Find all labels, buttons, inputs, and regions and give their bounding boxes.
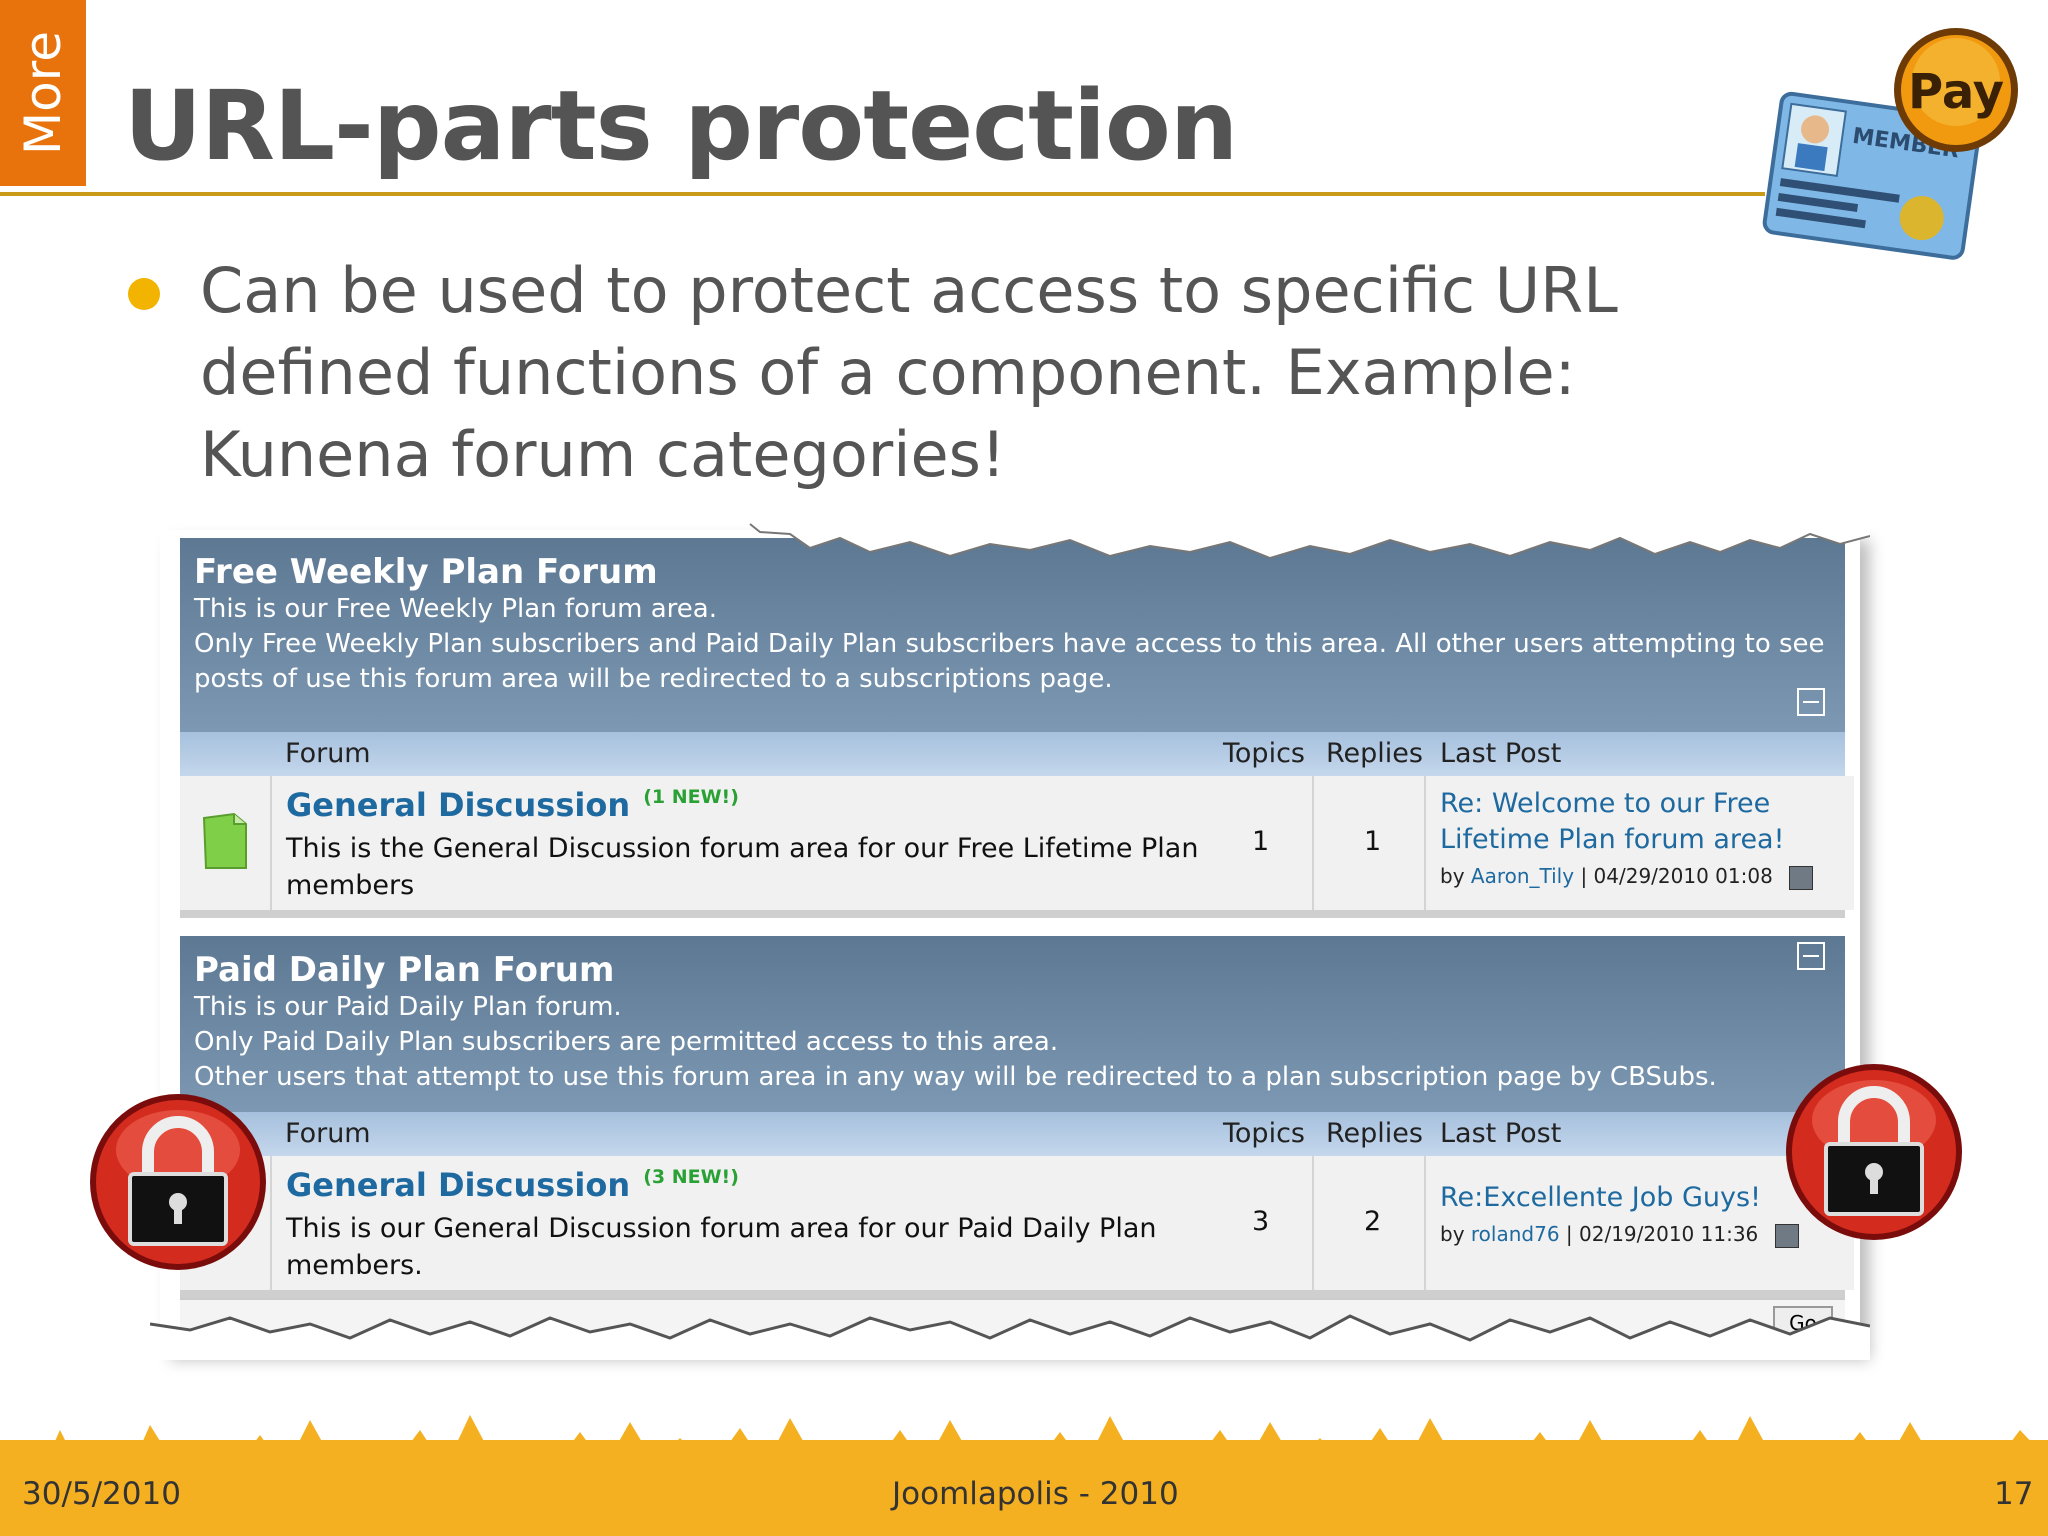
padlock-icon — [1786, 1064, 1962, 1240]
last-post-user[interactable]: roland76 — [1471, 1222, 1560, 1246]
last-post-user[interactable]: Aaron_Tily — [1471, 864, 1574, 888]
slide-title: URL-parts protection — [124, 70, 1238, 182]
bullet-dot — [128, 278, 160, 310]
category-header: Paid Daily Plan Forum This is our Paid D… — [180, 936, 1845, 1112]
forum-category-paid: Paid Daily Plan Forum This is our Paid D… — [180, 936, 1854, 1340]
forum-link[interactable]: General Discussion — [286, 1166, 630, 1204]
title-rule — [0, 192, 1765, 196]
badge-pay-text: Pay — [1908, 64, 2004, 120]
col-replies: Replies — [1326, 738, 1423, 769]
section-tab-label: More — [14, 31, 72, 155]
collapse-icon[interactable] — [1797, 942, 1825, 970]
collapse-icon[interactable] — [1797, 688, 1825, 716]
category-title: Paid Daily Plan Forum — [194, 950, 615, 990]
forum-category-free: Free Weekly Plan Forum This is our Free … — [180, 538, 1854, 918]
col-last-post: Last Post — [1440, 738, 1562, 769]
forum-link[interactable]: General Discussion — [286, 786, 630, 824]
forum-description: This is the General Discussion forum are… — [286, 833, 1199, 901]
table-row: General Discussion (3 NEW!) This is our … — [180, 1156, 1854, 1298]
slide-number: 17 — [1994, 1476, 2034, 1512]
forum-description: This is our General Discussion forum are… — [286, 1213, 1157, 1281]
column-headers: Forum Topics Replies Last Post — [180, 1112, 1845, 1156]
column-headers: Forum Topics Replies Last Post — [180, 732, 1845, 776]
footer-center: Joomlapolis - 2010 — [892, 1476, 1179, 1512]
by-label: by — [1440, 864, 1465, 888]
col-replies: Replies — [1326, 1118, 1423, 1149]
jump-icon[interactable] — [1789, 865, 1814, 890]
torn-edge-bottom — [150, 1314, 1870, 1360]
category-desc-1: This is our Paid Daily Plan forum. — [194, 992, 622, 1022]
col-forum: Forum — [285, 1118, 371, 1149]
last-post-meta: by roland76 | 02/19/2010 11:36 — [1440, 1222, 1840, 1248]
last-post-date: | 02/19/2010 11:36 — [1565, 1222, 1759, 1246]
last-post-meta: by Aaron_Tily | 04/29/2010 01:08 — [1440, 864, 1840, 890]
col-topics: Topics — [1223, 738, 1305, 769]
replies-count: 2 — [1364, 1206, 1382, 1237]
last-post-link[interactable]: Re: Welcome to our Free Lifetime Plan fo… — [1440, 786, 1840, 858]
category-desc-3: Other users that attempt to use this for… — [194, 1062, 1717, 1092]
forum-folder-icon — [202, 812, 247, 869]
topics-count: 3 — [1252, 1206, 1270, 1237]
new-badge: (1 NEW!) — [643, 786, 739, 808]
last-post-link[interactable]: Re:Excellente Job Guys! — [1440, 1180, 1840, 1216]
new-badge: (3 NEW!) — [643, 1166, 739, 1188]
topics-count: 1 — [1252, 826, 1270, 857]
footer-date: 30/5/2010 — [22, 1476, 181, 1512]
category-desc-1: This is our Free Weekly Plan forum area. — [194, 594, 717, 624]
bullet-text: Can be used to protect access to specifi… — [200, 254, 1618, 491]
member-card-icon: MEMBER Pay — [1762, 28, 2018, 260]
col-topics: Topics — [1223, 1118, 1305, 1149]
last-post-date: | 04/29/2010 01:08 — [1580, 864, 1773, 888]
torn-edge-top — [150, 522, 1870, 560]
by-label: by — [1440, 1222, 1465, 1246]
section-tab: More — [0, 0, 86, 186]
table-row: General Discussion (1 NEW!) This is the … — [180, 776, 1854, 918]
col-last-post: Last Post — [1440, 1118, 1562, 1149]
category-desc-2: Only Free Weekly Plan subscribers and Pa… — [194, 629, 1825, 694]
padlock-icon — [90, 1094, 266, 1270]
category-desc-2: Only Paid Daily Plan subscribers are per… — [194, 1027, 1059, 1057]
col-forum: Forum — [285, 738, 371, 769]
replies-count: 1 — [1364, 826, 1382, 857]
